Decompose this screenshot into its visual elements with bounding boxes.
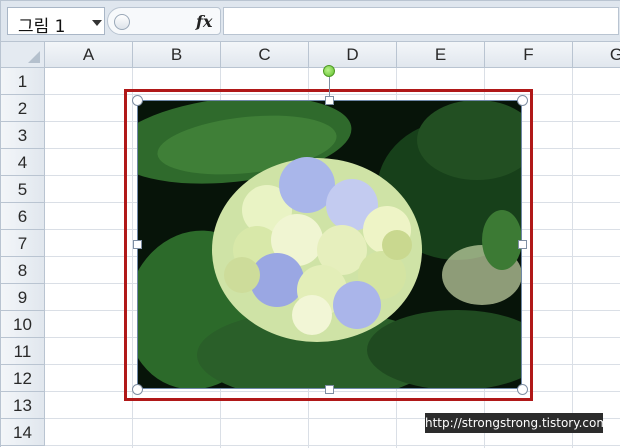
row-header-1[interactable]: 1 xyxy=(1,68,45,95)
watermark-url: http://strongstrong.tistory.com xyxy=(425,413,608,433)
resize-handle-bottom-right[interactable] xyxy=(517,384,528,395)
inserted-picture[interactable] xyxy=(137,100,522,389)
row-header-2[interactable]: 2 xyxy=(1,95,45,122)
column-header-d[interactable]: D xyxy=(309,42,397,68)
row-header-13[interactable]: 13 xyxy=(1,392,45,419)
column-header-e[interactable]: E xyxy=(397,42,485,68)
resize-grip-icon[interactable] xyxy=(114,14,130,30)
row-header-4[interactable]: 4 xyxy=(1,149,45,176)
row-header-7[interactable]: 7 xyxy=(1,230,45,257)
rotate-handle[interactable] xyxy=(323,65,335,77)
name-box-value: 그림 1 xyxy=(18,17,66,37)
resize-handle-top-right[interactable] xyxy=(517,95,528,106)
resize-handle-bottom-left[interactable] xyxy=(132,384,143,395)
column-header-c[interactable]: C xyxy=(221,42,309,68)
column-header-b[interactable]: B xyxy=(133,42,221,68)
formula-input[interactable] xyxy=(223,7,619,35)
formula-tools: fx xyxy=(107,7,221,35)
resize-handle-top-left[interactable] xyxy=(132,95,143,106)
row-header-9[interactable]: 9 xyxy=(1,284,45,311)
select-all-icon xyxy=(28,51,40,63)
hydrangea-image xyxy=(137,100,522,389)
chevron-down-icon[interactable] xyxy=(92,20,102,26)
column-header-a[interactable]: A xyxy=(45,42,133,68)
column-header-g[interactable]: G xyxy=(573,42,620,68)
row-header-6[interactable]: 6 xyxy=(1,203,45,230)
resize-handle-left[interactable] xyxy=(133,240,142,249)
row-header-14[interactable]: 14 xyxy=(1,419,45,446)
formula-bar: 그림 1 fx xyxy=(1,1,620,42)
row-header-11[interactable]: 11 xyxy=(1,338,45,365)
select-all-button[interactable] xyxy=(1,42,45,68)
resize-handle-bottom[interactable] xyxy=(325,385,334,394)
column-header-f[interactable]: F xyxy=(485,42,573,68)
row-header-3[interactable]: 3 xyxy=(1,122,45,149)
row-header-8[interactable]: 8 xyxy=(1,257,45,284)
resize-handle-right[interactable] xyxy=(518,240,527,249)
row-header-10[interactable]: 10 xyxy=(1,311,45,338)
name-box[interactable]: 그림 1 xyxy=(7,7,105,37)
excel-window: 그림 1 fx A B C D E F G 1 2 3 4 5 6 7 8 9 … xyxy=(0,0,620,448)
row-header-12[interactable]: 12 xyxy=(1,365,45,392)
insert-function-button[interactable]: fx xyxy=(196,12,212,31)
resize-handle-top[interactable] xyxy=(325,96,334,105)
gridline xyxy=(45,445,620,446)
row-header-5[interactable]: 5 xyxy=(1,176,45,203)
